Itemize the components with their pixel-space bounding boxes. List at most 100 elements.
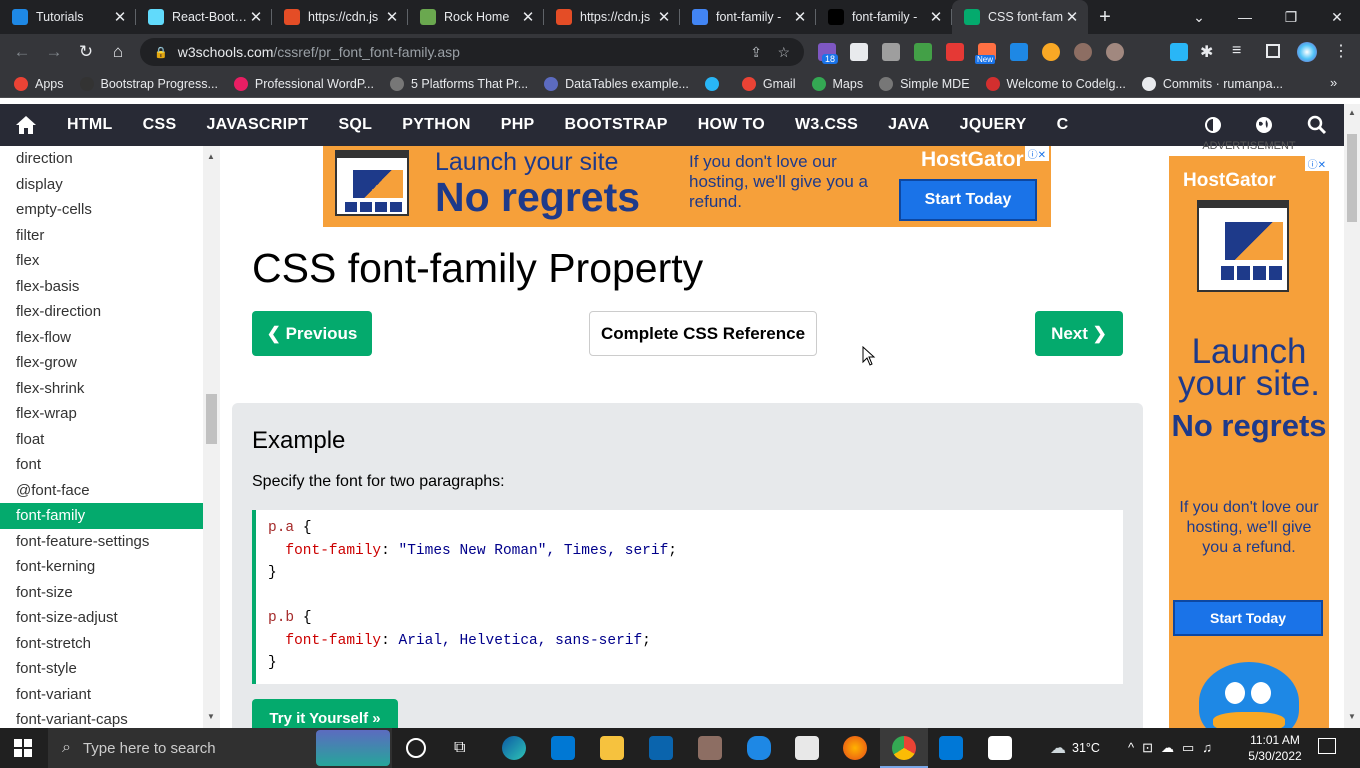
complete-reference-button[interactable]: Complete CSS Reference — [589, 311, 817, 356]
sidebar-item[interactable]: empty-cells — [0, 197, 203, 223]
sidebar-item[interactable]: flex-flow — [0, 325, 203, 351]
previous-button[interactable]: ❮ Previous — [252, 311, 372, 356]
sidebar-item[interactable]: font-family — [0, 503, 203, 529]
app-icon[interactable] — [698, 736, 722, 760]
nav-link-python[interactable]: PYTHON — [387, 116, 485, 134]
share-icon[interactable]: ⇪ — [750, 44, 762, 61]
notion-icon[interactable] — [988, 736, 1012, 760]
extension-icon[interactable] — [946, 43, 964, 61]
tab-search-icon[interactable]: ⌄ — [1176, 0, 1222, 34]
tab-close-icon[interactable]: ✕ — [520, 8, 536, 26]
file-explorer-icon[interactable] — [600, 736, 624, 760]
sidebar-item[interactable]: flex-direction — [0, 299, 203, 325]
close-window-button[interactable]: ✕ — [1314, 0, 1360, 34]
nav-link-jquery[interactable]: JQUERY — [945, 116, 1042, 134]
ad-cta-button[interactable]: Start Today — [899, 179, 1037, 221]
banner-ad[interactable]: Launch your site No regrets If you don't… — [323, 146, 1051, 227]
bookmark-item[interactable]: Bootstrap Progress... — [79, 76, 218, 91]
nav-link-php[interactable]: PHP — [486, 116, 550, 134]
tab-close-icon[interactable]: ✕ — [656, 8, 672, 26]
tab-close-icon[interactable]: ✕ — [1064, 8, 1080, 26]
profile-avatar[interactable] — [1297, 42, 1317, 62]
bookmark-item[interactable]: 5 Platforms That Pr... — [389, 76, 528, 91]
bookmark-item[interactable]: Maps — [811, 76, 863, 91]
sidebar-item[interactable]: flex-basis — [0, 274, 203, 300]
browser-tab[interactable]: https://cdn.js ✕ — [272, 0, 408, 34]
sidebar-item[interactable]: direction — [0, 146, 203, 172]
side-ad-close-icon[interactable]: ⓘ✕ — [1304, 156, 1329, 171]
browser-tab[interactable]: CSS font-fam ✕ — [952, 0, 1088, 34]
sidebar-item[interactable]: display — [0, 172, 203, 198]
bookmark-item[interactable] — [704, 76, 726, 91]
forward-icon[interactable]: → — [38, 36, 70, 68]
tab-close-icon[interactable]: ✕ — [384, 8, 400, 26]
menu-icon[interactable]: ⋮ — [1333, 41, 1349, 61]
system-tray-icons[interactable]: ^⊡☁▭♫ — [1128, 728, 1220, 768]
side-ad-cta-button[interactable]: Start Today — [1173, 600, 1323, 636]
browser-tab[interactable]: https://cdn.js ✕ — [544, 0, 680, 34]
nav-link-c[interactable]: C — [1042, 116, 1084, 134]
nav-link-bootstrap[interactable]: BOOTSTRAP — [550, 116, 683, 134]
side-panel-icon[interactable] — [1266, 44, 1280, 58]
sidebar-item[interactable]: flex-grow — [0, 350, 203, 376]
browser-tab[interactable]: Tutorials ✕ — [0, 0, 136, 34]
puzzle-icon[interactable]: ✱ — [1200, 42, 1213, 62]
store-icon[interactable] — [551, 736, 575, 760]
firefox-icon[interactable] — [843, 736, 867, 760]
notification-icon[interactable] — [1318, 738, 1336, 754]
extension-icon[interactable] — [914, 43, 932, 61]
sidebar-item[interactable]: font-style — [0, 656, 203, 682]
vscode-icon[interactable] — [939, 736, 963, 760]
sidebar-item[interactable]: flex-wrap — [0, 401, 203, 427]
extension-icon[interactable] — [850, 43, 868, 61]
browser-tab[interactable]: font-family - ✕ — [816, 0, 952, 34]
bookmark-item[interactable]: Apps — [14, 76, 64, 91]
extension-icon[interactable] — [1106, 43, 1124, 61]
sidebar-item[interactable]: font-stretch — [0, 631, 203, 657]
page-scroll-thumb[interactable] — [1347, 134, 1357, 222]
tab-close-icon[interactable]: ✕ — [792, 8, 808, 26]
cookie-icon[interactable] — [1074, 43, 1092, 61]
browser-tab[interactable]: React-Bootstr ✕ — [136, 0, 272, 34]
try-it-yourself-button[interactable]: Try it Yourself » — [252, 699, 398, 728]
sidebar-item[interactable]: font-size-adjust — [0, 605, 203, 631]
extension-icon[interactable] — [882, 43, 900, 61]
extension-icon[interactable] — [1170, 43, 1188, 61]
bookmark-item[interactable]: Simple MDE — [879, 76, 970, 91]
nav-link-html[interactable]: HTML — [52, 116, 128, 134]
address-bar[interactable]: 🔒 w3schools.com/cssref/pr_font_font-fami… — [140, 38, 804, 66]
tab-close-icon[interactable]: ✕ — [928, 8, 944, 26]
sidebar-item[interactable]: font-variant — [0, 682, 203, 708]
weather-widget[interactable]: ☁ 31°C — [1050, 728, 1100, 768]
nav-link-javascript[interactable]: JAVASCRIPT — [191, 116, 323, 134]
sidebar-item[interactable]: font-feature-settings — [0, 529, 203, 555]
browser-tab[interactable]: font-family - ✕ — [680, 0, 816, 34]
sidebar-item[interactable]: font-kerning — [0, 554, 203, 580]
nav-link-sql[interactable]: SQL — [323, 116, 387, 134]
snipping-tool-icon[interactable] — [795, 736, 819, 760]
nav-link-how-to[interactable]: HOW TO — [683, 116, 780, 134]
nav-link-css[interactable]: CSS — [128, 116, 192, 134]
sidebar-item[interactable]: @font-face — [0, 478, 203, 504]
sidebar-item[interactable]: filter — [0, 223, 203, 249]
sidebar-item[interactable]: font-size — [0, 580, 203, 606]
browser-tab[interactable]: Rock Home ✕ — [408, 0, 544, 34]
w3schools-home-icon[interactable] — [0, 115, 52, 135]
windows-start-icon[interactable] — [14, 739, 32, 762]
mail-icon[interactable] — [649, 736, 673, 760]
clock[interactable]: 11:01 AM 5/30/2022 — [1240, 728, 1310, 768]
reload-icon[interactable]: ↻ — [70, 36, 102, 68]
next-button[interactable]: Next ❯ — [1035, 311, 1123, 356]
tab-close-icon[interactable]: ✕ — [112, 8, 128, 26]
extension-icon[interactable] — [1010, 43, 1028, 61]
sidebar-scroll-thumb[interactable] — [206, 394, 217, 444]
reading-list-icon[interactable]: ≡ — [1232, 42, 1241, 60]
sidebar-item[interactable]: flex — [0, 248, 203, 274]
tab-close-icon[interactable]: ✕ — [248, 8, 264, 26]
sidebar-item[interactable]: float — [0, 427, 203, 453]
restore-button[interactable]: ❐ — [1268, 0, 1314, 34]
more-bookmarks-icon[interactable]: » — [1330, 75, 1337, 90]
bookmark-item[interactable]: Commits · rumanpa... — [1141, 76, 1283, 91]
minimize-button[interactable]: — — [1222, 0, 1268, 34]
sidebar-ad[interactable]: HostGator ⓘ✕ Launch your site. No regret… — [1169, 156, 1329, 728]
